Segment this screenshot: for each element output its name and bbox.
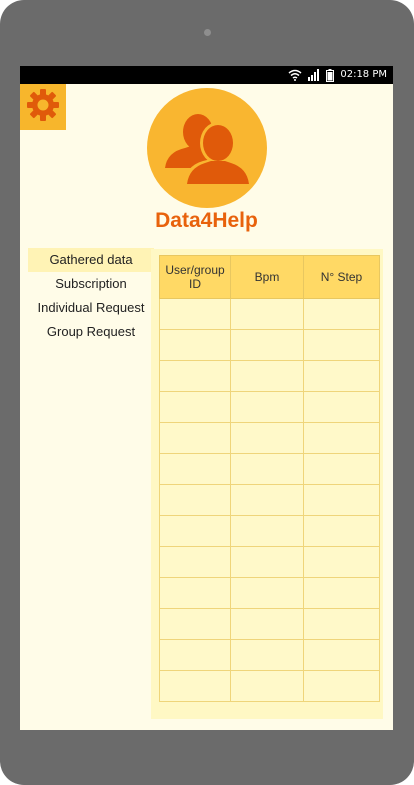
table-cell — [159, 360, 231, 392]
table-cell — [230, 670, 304, 702]
settings-button[interactable] — [20, 84, 66, 130]
table-row[interactable] — [159, 639, 380, 671]
battery-icon — [326, 68, 335, 82]
table-cell — [159, 670, 231, 702]
table-row[interactable] — [159, 608, 380, 640]
users-avatar — [147, 88, 267, 208]
table-cell — [230, 422, 304, 454]
table-cell — [230, 546, 304, 578]
table-cell — [230, 329, 304, 361]
table-cell — [303, 453, 380, 485]
table-row[interactable] — [159, 329, 380, 361]
table-cell — [159, 608, 231, 640]
table-body — [159, 298, 380, 702]
users-icon — [147, 114, 267, 208]
gathered-data-panel: User/group ID Bpm N° Step — [151, 249, 383, 719]
table-cell — [159, 484, 231, 516]
table-cell — [159, 639, 231, 671]
column-header-user-group-id: User/group ID — [159, 255, 231, 299]
table-cell — [303, 391, 380, 423]
table-row[interactable] — [159, 546, 380, 578]
table-cell — [230, 453, 304, 485]
gathered-data-table: User/group ID Bpm N° Step — [159, 255, 380, 702]
table-cell — [230, 608, 304, 640]
nav-item-individual-request[interactable]: Individual Request — [28, 296, 154, 320]
table-row[interactable] — [159, 298, 380, 330]
column-header-bpm: Bpm — [230, 255, 304, 299]
table-cell — [303, 577, 380, 609]
table-cell — [303, 546, 380, 578]
table-cell — [230, 577, 304, 609]
table-cell — [230, 298, 304, 330]
table-cell — [159, 329, 231, 361]
table-cell — [303, 484, 380, 516]
status-bar: 02:18 PM — [20, 66, 393, 84]
table-row[interactable] — [159, 391, 380, 423]
table-cell — [303, 608, 380, 640]
table-cell — [159, 391, 231, 423]
table-header-row: User/group ID Bpm N° Step — [159, 255, 380, 299]
table-row[interactable] — [159, 453, 380, 485]
column-header-steps: N° Step — [303, 255, 380, 299]
table-row[interactable] — [159, 484, 380, 516]
nav-item-subscription[interactable]: Subscription — [28, 272, 154, 296]
nav-item-group-request[interactable]: Group Request — [28, 320, 154, 344]
table-row[interactable] — [159, 360, 380, 392]
table-cell — [303, 515, 380, 547]
table-cell — [159, 515, 231, 547]
table-cell — [230, 515, 304, 547]
table-cell — [230, 484, 304, 516]
table-cell — [230, 639, 304, 671]
gear-icon — [25, 87, 61, 127]
table-cell — [159, 422, 231, 454]
signal-icon — [308, 69, 320, 81]
table-cell — [303, 422, 380, 454]
table-cell — [159, 546, 231, 578]
table-cell — [303, 329, 380, 361]
table-cell — [159, 298, 231, 330]
table-cell — [230, 391, 304, 423]
table-row[interactable] — [159, 422, 380, 454]
table-cell — [303, 670, 380, 702]
app-title: Data4Help — [155, 209, 258, 232]
camera-dot — [204, 29, 211, 36]
status-time: 02:18 PM — [340, 69, 387, 80]
status-icons: 02:18 PM — [288, 68, 387, 82]
table-cell — [303, 639, 380, 671]
side-nav: Gathered data Subscription Individual Re… — [28, 248, 154, 344]
table-cell — [303, 360, 380, 392]
table-cell — [159, 453, 231, 485]
wifi-icon — [288, 69, 302, 81]
table-cell — [159, 577, 231, 609]
device-frame: 02:18 PM Data4Help Gathered data Subscri… — [0, 0, 414, 785]
table-row[interactable] — [159, 670, 380, 702]
table-row[interactable] — [159, 577, 380, 609]
table-cell — [230, 360, 304, 392]
table-row[interactable] — [159, 515, 380, 547]
app-screen: 02:18 PM Data4Help Gathered data Subscri… — [20, 66, 393, 730]
nav-item-gathered-data[interactable]: Gathered data — [28, 248, 154, 272]
table-cell — [303, 298, 380, 330]
